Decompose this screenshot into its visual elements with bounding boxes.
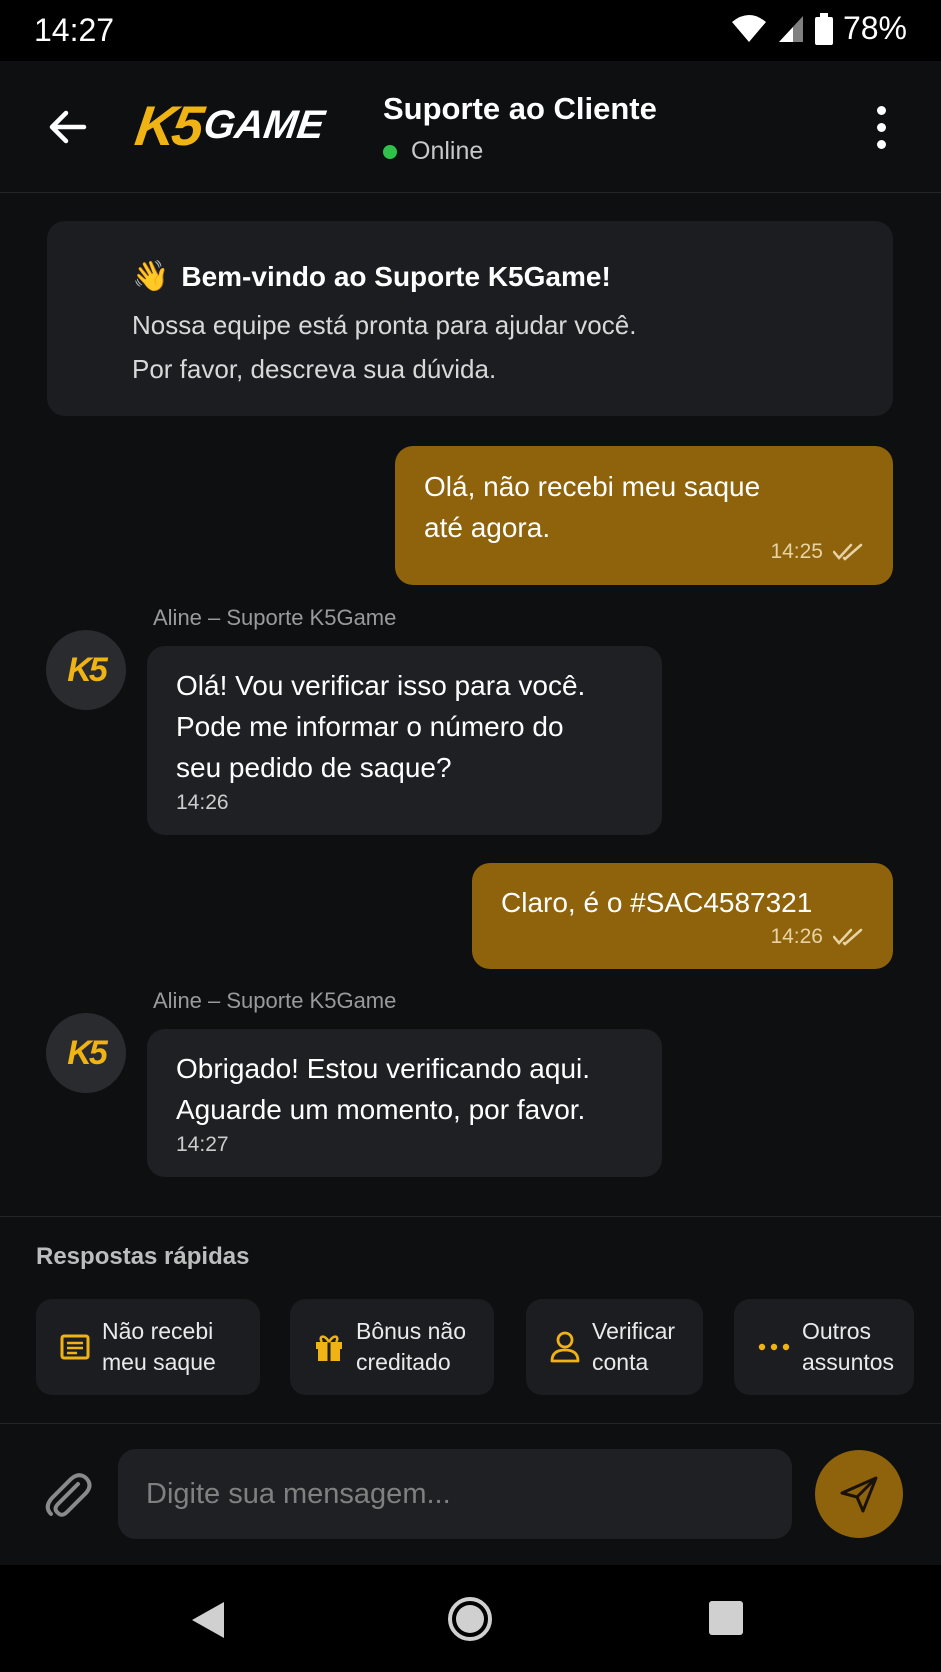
message-text: Olá, não recebi meu saque até agora. — [424, 466, 760, 548]
quick-reply-label: Bônus não creditado — [356, 1316, 466, 1378]
chat-messages[interactable]: 👋 Bem-vindo ao Suporte K5Game! Nossa equ… — [0, 193, 941, 1216]
quick-reply-label: Outros assuntos — [802, 1316, 894, 1378]
chip-line: Não recebi — [102, 1318, 214, 1344]
welcome-card: 👋 Bem-vindo ao Suporte K5Game! Nossa equ… — [47, 221, 893, 416]
send-button[interactable] — [815, 1450, 903, 1538]
chat-header: K5 GAME Suporte ao Cliente Online — [0, 61, 941, 193]
online-dot-icon — [383, 144, 397, 159]
logo-game: GAME — [200, 102, 327, 147]
k5game-logo: K5 GAME — [132, 94, 346, 157]
support-avatar: K5 — [46, 1013, 126, 1093]
welcome-line-1: Nossa equipe está pronta para ajudar voc… — [132, 310, 637, 340]
quick-replies: Respostas rápidas Não recebi meu saque B… — [0, 1216, 941, 1424]
status-bar: 14:27 78% — [0, 0, 941, 61]
quick-reply-other[interactable]: Outros assuntos — [734, 1299, 914, 1395]
nav-home-button[interactable] — [448, 1597, 492, 1641]
message-line: Aguarde um momento, por favor. — [176, 1094, 586, 1125]
message-meta: 14:25 — [770, 540, 863, 564]
receipt-icon — [60, 1334, 90, 1360]
message-input[interactable] — [118, 1449, 792, 1539]
message-line: Pode me informar o número do — [176, 711, 564, 742]
chip-line: conta — [592, 1349, 649, 1375]
battery-icon — [814, 12, 833, 45]
message-time: 14:26 — [176, 791, 229, 814]
home-circle-icon — [456, 1605, 484, 1633]
online-status: Online — [383, 137, 483, 166]
support-avatar: K5 — [46, 630, 126, 710]
message-line: Olá, não recebi meu saque — [424, 471, 761, 502]
double-check-icon — [833, 543, 863, 561]
avatar-k5: K5 — [67, 1033, 108, 1072]
quick-reply-verify-account[interactable]: Verificar conta — [526, 1299, 703, 1395]
more-dots-icon — [758, 1343, 790, 1351]
double-check-icon — [833, 928, 863, 946]
attach-button[interactable] — [40, 1468, 94, 1522]
message-line: seu pedido de saque? — [176, 752, 452, 783]
incoming-message[interactable]: Obrigado! Estou verificando aqui. Aguard… — [147, 1029, 662, 1177]
status-time: 14:27 — [34, 12, 115, 48]
message-time: 14:26 — [770, 925, 823, 948]
battery-percent: 78% — [842, 10, 907, 46]
quick-reply-label: Não recebi meu saque — [102, 1316, 216, 1378]
logo-k5: K5 — [131, 93, 205, 157]
signal-icon — [778, 15, 803, 42]
menu-dot — [876, 122, 886, 132]
message-time: 14:27 — [176, 1133, 229, 1156]
nav-recents-button[interactable] — [709, 1601, 743, 1635]
avatar-k5: K5 — [67, 650, 108, 689]
arrow-left-icon — [49, 110, 87, 144]
paperclip-icon — [45, 1473, 92, 1517]
back-button[interactable] — [42, 101, 94, 153]
chip-line: Outros — [802, 1318, 872, 1344]
message-line: Obrigado! Estou verificando aqui. — [176, 1053, 591, 1084]
message-text: Obrigado! Estou verificando aqui. Aguard… — [176, 1048, 590, 1130]
message-text: Olá! Vou verificar isso para você. Pode … — [176, 665, 585, 788]
chip-line: creditado — [356, 1349, 451, 1375]
sender-name: Aline – Suporte K5Game — [153, 988, 397, 1013]
waving-hand-icon: 👋 — [132, 260, 170, 293]
message-line: Olá! Vou verificar isso para você. — [176, 670, 586, 701]
system-nav-bar — [0, 1565, 941, 1672]
welcome-title-text: Bem-vindo ao Suporte K5Game! — [181, 260, 611, 292]
status-indicators: 78% — [731, 10, 907, 47]
menu-dot — [876, 105, 886, 115]
sender-name: Aline – Suporte K5Game — [153, 605, 397, 630]
menu-dot — [876, 139, 886, 149]
wifi-icon — [731, 14, 766, 42]
outgoing-message[interactable]: Olá, não recebi meu saque até agora. 14:… — [395, 446, 893, 585]
quick-replies-title: Respostas rápidas — [36, 1243, 250, 1270]
chip-line: Verificar — [592, 1318, 676, 1344]
message-composer — [0, 1424, 941, 1565]
chat-title: Suporte ao Cliente — [383, 91, 657, 126]
welcome-text: Nossa equipe está pronta para ajudar voc… — [132, 303, 636, 391]
send-icon — [840, 1476, 878, 1513]
gift-icon — [316, 1335, 342, 1361]
more-options-button[interactable] — [861, 99, 901, 155]
outgoing-message[interactable]: Claro, é o #SAC4587321 14:26 — [472, 863, 893, 969]
quick-reply-withdrawal[interactable]: Não recebi meu saque — [36, 1299, 260, 1395]
nav-back-icon[interactable] — [190, 1600, 226, 1640]
message-meta: 14:26 — [770, 925, 863, 949]
user-icon — [550, 1331, 580, 1363]
quick-reply-bonus[interactable]: Bônus não creditado — [290, 1299, 494, 1395]
incoming-message[interactable]: Olá! Vou verificar isso para você. Pode … — [147, 646, 662, 835]
message-line: até agora. — [424, 512, 551, 543]
message-time: 14:25 — [770, 540, 823, 563]
welcome-title: 👋 Bem-vindo ao Suporte K5Game! — [132, 259, 611, 294]
message-text: Claro, é o #SAC4587321 — [501, 887, 813, 918]
welcome-line-2: Por favor, descreva sua dúvida. — [132, 354, 497, 384]
online-label: Online — [411, 137, 484, 165]
chip-line: assuntos — [802, 1349, 895, 1375]
chip-line: meu saque — [102, 1349, 216, 1375]
quick-reply-label: Verificar conta — [592, 1316, 675, 1378]
chip-line: Bônus não — [356, 1318, 466, 1344]
